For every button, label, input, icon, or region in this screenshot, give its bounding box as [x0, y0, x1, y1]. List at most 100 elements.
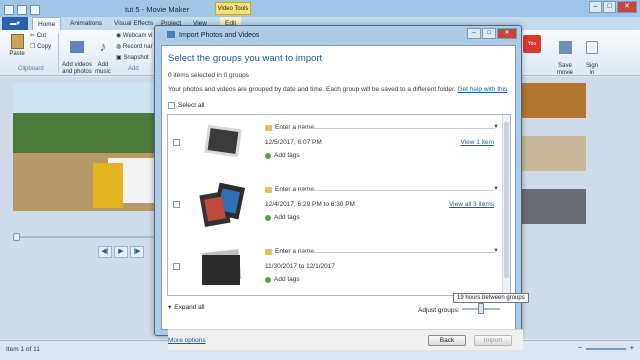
tab-visual-effects[interactable]: Visual Effects [109, 17, 158, 30]
zoom-slider[interactable] [585, 347, 626, 350]
grouping-info: Your photos and videos are grouped by da… [168, 86, 507, 93]
add-tags-label: Add tags [274, 276, 300, 283]
storyboard-clip[interactable] [520, 189, 586, 224]
previous-frame-button[interactable]: ◀| [98, 246, 112, 258]
chevron-down-icon[interactable]: ▼ [493, 186, 499, 192]
adjust-groups-tooltip: 19 hours between groups [453, 293, 529, 303]
add-tags-button[interactable]: Add tags [265, 276, 300, 283]
group-checkbox[interactable] [173, 201, 180, 208]
folder-icon [265, 124, 272, 131]
add-tags-label: Add tags [274, 152, 300, 159]
import-button[interactable]: Import [474, 335, 512, 346]
tag-icon [265, 276, 271, 283]
expand-all-button[interactable]: ▾ Expand all [168, 303, 205, 312]
paste-button[interactable]: Paste [7, 34, 27, 58]
webcam-icon: ◉ [116, 33, 122, 39]
more-options-link[interactable]: More options [168, 337, 206, 344]
save-icon[interactable] [4, 4, 14, 15]
sign-in-icon [586, 41, 598, 54]
view-items-link[interactable]: View all 3 items [449, 201, 494, 208]
redo-icon[interactable] [30, 4, 40, 15]
seek-bar[interactable] [13, 236, 163, 238]
youtube-icon: You [523, 35, 541, 53]
snapshot-button[interactable]: ▣ Snapshot [116, 55, 149, 62]
vertical-scrollbar[interactable] [502, 115, 510, 295]
webcam-button[interactable]: ◉ Webcam vi [116, 33, 153, 40]
import-icon [167, 31, 175, 38]
grouping-info-text: Your photos and videos are grouped by da… [168, 86, 456, 93]
cut-button[interactable]: ✂ Cut [30, 33, 46, 40]
play-button[interactable]: ▶ [114, 246, 128, 258]
record-narration-button[interactable]: ◍ Record nar [116, 44, 153, 51]
zoom-out-icon[interactable]: − [578, 345, 582, 352]
save-movie-button[interactable]: Save movie [553, 34, 577, 77]
dialog-title-text: Import Photos and Videos [179, 32, 260, 39]
sign-in-button[interactable]: Sign in [582, 34, 602, 77]
adjust-groups-label: Adjust groups: [418, 307, 460, 314]
copy-icon: ❐ [30, 44, 36, 50]
maximize-button[interactable]: □ [603, 1, 616, 13]
group-label-add: Add [128, 66, 139, 72]
group-thumbnail[interactable] [198, 243, 246, 291]
name-underline [300, 252, 495, 253]
dialog-close-button[interactable]: ✕ [497, 28, 517, 39]
dialog-maximize-button[interactable]: □ [482, 28, 496, 39]
group-date: 11/30/2017 to 12/1/2017 [265, 263, 335, 270]
group-date: 12/5/2017, 6:07 PM [265, 139, 322, 146]
storyboard-clip[interactable] [520, 83, 586, 118]
chevron-down-icon[interactable]: ▼ [493, 248, 499, 254]
tab-animations[interactable]: Animations [65, 17, 107, 30]
tag-icon [265, 214, 271, 221]
group-checkbox[interactable] [173, 263, 180, 270]
dialog-window-controls: – □ ✕ [467, 28, 517, 39]
next-frame-button[interactable]: |▶ [130, 246, 144, 258]
add-tags-label: Add tags [274, 214, 300, 221]
scrollbar-thumb[interactable] [504, 122, 509, 278]
minimize-button[interactable]: – [589, 1, 602, 13]
zoom-in-icon[interactable]: + [630, 345, 634, 352]
add-videos-label: Add videos and photos [62, 62, 92, 75]
add-music-button[interactable]: ♪ Add music [93, 34, 113, 76]
video-tools-label: Video Tools [215, 2, 251, 15]
name-underline [300, 190, 495, 191]
group-list: Enter a name ▼ 12/5/2017, 6:07 PM View 1… [167, 114, 511, 296]
file-menu-button[interactable]: ▬▾ [2, 17, 28, 30]
copy-button[interactable]: ❐ Copy [30, 44, 51, 51]
record-label: Record nar [122, 44, 153, 50]
item-count: Item 1 of 11 [6, 346, 40, 353]
view-items-link[interactable]: View 1 item [461, 139, 494, 146]
seek-handle[interactable] [13, 233, 20, 241]
tab-home[interactable]: Home [32, 17, 62, 30]
add-tags-button[interactable]: Add tags [265, 214, 300, 221]
help-link[interactable]: Get help with this [457, 86, 507, 93]
dialog-minimize-button[interactable]: – [467, 28, 481, 39]
video-preview[interactable] [13, 83, 163, 211]
save-movie-label: Save movie [556, 63, 573, 76]
close-button[interactable]: ✕ [617, 1, 637, 13]
add-tags-button[interactable]: Add tags [265, 152, 300, 159]
undo-icon[interactable] [17, 4, 27, 15]
selection-summary: 0 items selected in 0 groups [168, 72, 249, 79]
paste-label: Paste [9, 51, 25, 57]
chevron-down-icon[interactable]: ▼ [493, 124, 499, 130]
group-checkbox[interactable] [173, 139, 180, 146]
window-controls: – □ ✕ [589, 1, 637, 13]
adjust-groups-handle[interactable] [478, 303, 484, 314]
group-row: Enter a name ▼ 12/4/2017, 6:29 PM to 6:3… [168, 177, 502, 237]
storyboard-clip[interactable] [520, 136, 586, 171]
select-all-checkbox[interactable]: Select all [168, 102, 204, 109]
youtube-share-button[interactable]: You [523, 35, 543, 53]
paste-icon [10, 34, 24, 49]
group-thumbnail[interactable] [198, 181, 246, 229]
ribbon-divider [58, 33, 59, 73]
dialog-heading: Select the groups you want to import [168, 53, 323, 64]
copy-label: Copy [37, 44, 52, 50]
film-icon [70, 41, 84, 53]
back-button[interactable]: Back [428, 335, 466, 346]
checkbox[interactable] [168, 102, 175, 109]
group-thumbnail[interactable] [198, 119, 246, 167]
dialog-title: Import Photos and Videos [167, 31, 259, 39]
expand-all-label: Expand all [174, 303, 205, 311]
add-videos-button[interactable]: Add videos and photos [61, 34, 93, 76]
save-movie-icon [558, 41, 572, 54]
